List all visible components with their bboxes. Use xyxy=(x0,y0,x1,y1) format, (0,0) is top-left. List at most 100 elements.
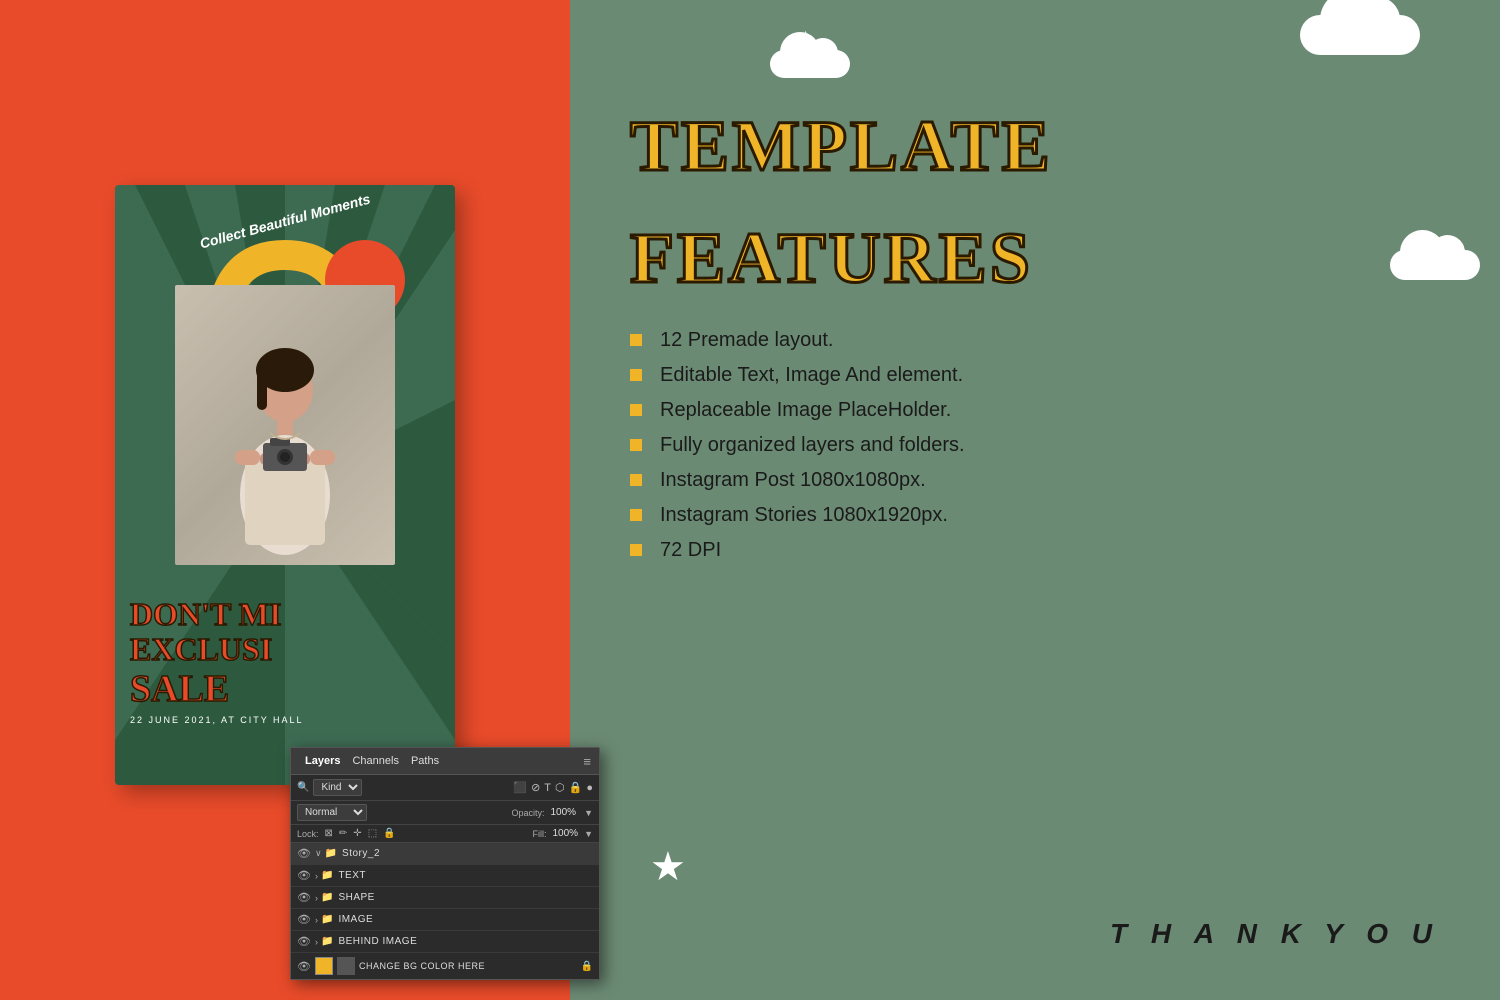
opacity-value: 100% xyxy=(551,807,577,818)
feature-text-2: Editable Text, Image And element. xyxy=(660,364,963,387)
poster-card: .ray { fill: #2d5a3f; } .ray2 { fill: #3… xyxy=(115,185,455,785)
expand-story[interactable]: ∨ xyxy=(315,848,322,859)
exclusi-text: EXCLUSI xyxy=(130,632,440,667)
cloud-top-right xyxy=(1300,15,1420,55)
feature-item-5: Instagram Post 1080x1080px. xyxy=(630,469,1440,492)
layer-bg-color[interactable]: 👁 CHANGE BG COLOR HERE 🔒 xyxy=(291,953,599,979)
star-top: ★ xyxy=(790,25,821,65)
cloud-right-middle xyxy=(1390,250,1480,280)
pixel-filter-icon[interactable]: ⬛ xyxy=(513,781,527,794)
bullet-5 xyxy=(630,474,642,486)
date-text: 22 JUNE 2021, AT CITY HALL xyxy=(130,715,440,725)
adjust-filter-icon[interactable]: ⊘ xyxy=(531,781,540,794)
bg-layer-thumb xyxy=(337,957,355,975)
dont-miss-text: DON'T MI xyxy=(130,597,440,632)
feature-item-6: Instagram Stories 1080x1920px. xyxy=(630,504,1440,527)
layer-filter-icons: ⬛ ⊘ T ⬡ 🔒 ● xyxy=(513,781,593,794)
lock-label: Lock: xyxy=(297,829,319,839)
eye-icon-text[interactable]: 👁 xyxy=(297,869,311,882)
bullet-1 xyxy=(630,334,642,346)
left-panel: .ray { fill: #2d5a3f; } .ray2 { fill: #3… xyxy=(0,0,570,1000)
eye-icon-bg[interactable]: 👁 xyxy=(297,960,311,973)
expand-text[interactable]: › xyxy=(315,871,318,881)
story-layer-name: Story_2 xyxy=(342,848,380,859)
eye-icon-shape[interactable]: 👁 xyxy=(297,891,311,904)
text-filter-icon[interactable]: T xyxy=(544,782,551,794)
feature-text-3: Replaceable Image PlaceHolder. xyxy=(660,399,951,422)
features-list: 12 Premade layout. Editable Text, Image … xyxy=(630,329,1440,574)
layer-story-group[interactable]: 👁 ∨ 📁 Story_2 xyxy=(291,843,599,865)
feature-text-7: 72 DPI xyxy=(660,539,721,562)
eye-icon-image[interactable]: 👁 xyxy=(297,913,311,926)
bullet-3 xyxy=(630,404,642,416)
channels-tab[interactable]: Channels xyxy=(346,753,404,769)
lock-icon[interactable]: ⊠ xyxy=(325,828,333,839)
folder-icon-text: 📁 xyxy=(321,870,333,881)
feature-text-5: Instagram Post 1080x1080px. xyxy=(660,469,926,492)
template-title-line2: FEATURES xyxy=(630,222,1440,294)
image-layer-name: IMAGE xyxy=(338,914,373,925)
folder-icon-shape: 📁 xyxy=(321,892,333,903)
bg-color-swatch xyxy=(315,957,333,975)
feature-item-2: Editable Text, Image And element. xyxy=(630,364,1440,387)
blend-mode-dropdown[interactable]: Normal xyxy=(297,804,367,821)
paths-tab[interactable]: Paths xyxy=(405,753,445,769)
layer-text[interactable]: 👁 › 📁 TEXT xyxy=(291,865,599,887)
folder-icon-behind: 📁 xyxy=(321,936,333,947)
bullet-2 xyxy=(630,369,642,381)
bullet-7 xyxy=(630,544,642,556)
layers-blend-row: Normal Opacity: 100% ▼ xyxy=(291,801,599,825)
artboard-lock-icon[interactable]: ⬚ xyxy=(368,828,377,839)
shape-layer-name: SHAPE xyxy=(338,892,374,903)
opacity-chevron: ▼ xyxy=(584,808,593,818)
layer-image[interactable]: 👁 › 📁 IMAGE xyxy=(291,909,599,931)
brush-lock-icon[interactable]: ✏ xyxy=(339,828,347,839)
expand-image[interactable]: › xyxy=(315,915,318,925)
expand-behind[interactable]: › xyxy=(315,937,318,947)
feature-text-6: Instagram Stories 1080x1920px. xyxy=(660,504,948,527)
feature-item-3: Replaceable Image PlaceHolder. xyxy=(630,399,1440,422)
dot-filter-icon[interactable]: ● xyxy=(586,782,593,794)
layer-behind-image[interactable]: 👁 › 📁 BEHIND IMAGE xyxy=(291,931,599,953)
feature-text-1: 12 Premade layout. xyxy=(660,329,833,352)
fill-label: Fill: xyxy=(533,829,547,839)
eye-icon-behind[interactable]: 👁 xyxy=(297,935,311,948)
layers-search-row: 🔍 Kind ⬛ ⊘ T ⬡ 🔒 ● xyxy=(291,775,599,801)
layers-panel: Layers Channels Paths ≡ 🔍 Kind ⬛ ⊘ T ⬡ 🔒… xyxy=(290,747,600,980)
behind-layer-name: BEHIND IMAGE xyxy=(338,936,417,947)
thank-you-text: T H A N K Y O U xyxy=(1110,918,1440,950)
search-icon: 🔍 xyxy=(297,782,309,793)
bullet-6 xyxy=(630,509,642,521)
star-bottom: ★ xyxy=(650,844,686,890)
smart-filter-icon[interactable]: 🔒 xyxy=(569,781,583,794)
feature-item-1: 12 Premade layout. xyxy=(630,329,1440,352)
text-layer-name: TEXT xyxy=(338,870,366,881)
shape-filter-icon[interactable]: ⬡ xyxy=(555,781,565,794)
layers-panel-header: Layers Channels Paths ≡ xyxy=(291,748,599,775)
all-lock-icon[interactable]: 🔒 xyxy=(383,828,395,839)
photo-placeholder xyxy=(175,285,395,565)
instagram-vertical: INSTAGRAM xyxy=(10,595,90,940)
layer-shape[interactable]: 👁 › 📁 SHAPE xyxy=(291,887,599,909)
sale-text: SALE xyxy=(130,667,440,711)
layer-lock-icon: 🔒 xyxy=(581,961,593,972)
photo-area xyxy=(175,285,395,565)
bg-layer-name: CHANGE BG COLOR HERE xyxy=(359,961,485,971)
poster-bottom: DON'T MI EXCLUSI SALE 22 JUNE 2021, AT C… xyxy=(115,597,455,725)
template-title-container: TEMPLATE FEATURES xyxy=(630,70,1440,294)
folder-icon-image: 📁 xyxy=(321,914,333,925)
feature-text-4: Fully organized layers and folders. xyxy=(660,434,965,457)
right-panel: ★ ★ TEMPLATE FEATURES 12 Premade layout.… xyxy=(570,0,1500,1000)
template-title-line1: TEMPLATE xyxy=(630,110,1440,182)
opacity-label: Opacity: xyxy=(511,808,544,818)
move-lock-icon[interactable]: ✛ xyxy=(353,828,361,839)
layers-tab[interactable]: Layers xyxy=(299,753,346,769)
kind-dropdown[interactable]: Kind xyxy=(313,779,362,796)
eye-icon-story[interactable]: 👁 xyxy=(297,847,311,860)
fill-value: 100% xyxy=(553,828,579,839)
expand-shape[interactable]: › xyxy=(315,893,318,903)
feature-item-7: 72 DPI xyxy=(630,539,1440,562)
folder-icon-story: 📁 xyxy=(325,848,337,859)
layers-lock-row: Lock: ⊠ ✏ ✛ ⬚ 🔒 Fill: 100% ▼ xyxy=(291,825,599,843)
layers-menu-icon[interactable]: ≡ xyxy=(583,754,591,769)
